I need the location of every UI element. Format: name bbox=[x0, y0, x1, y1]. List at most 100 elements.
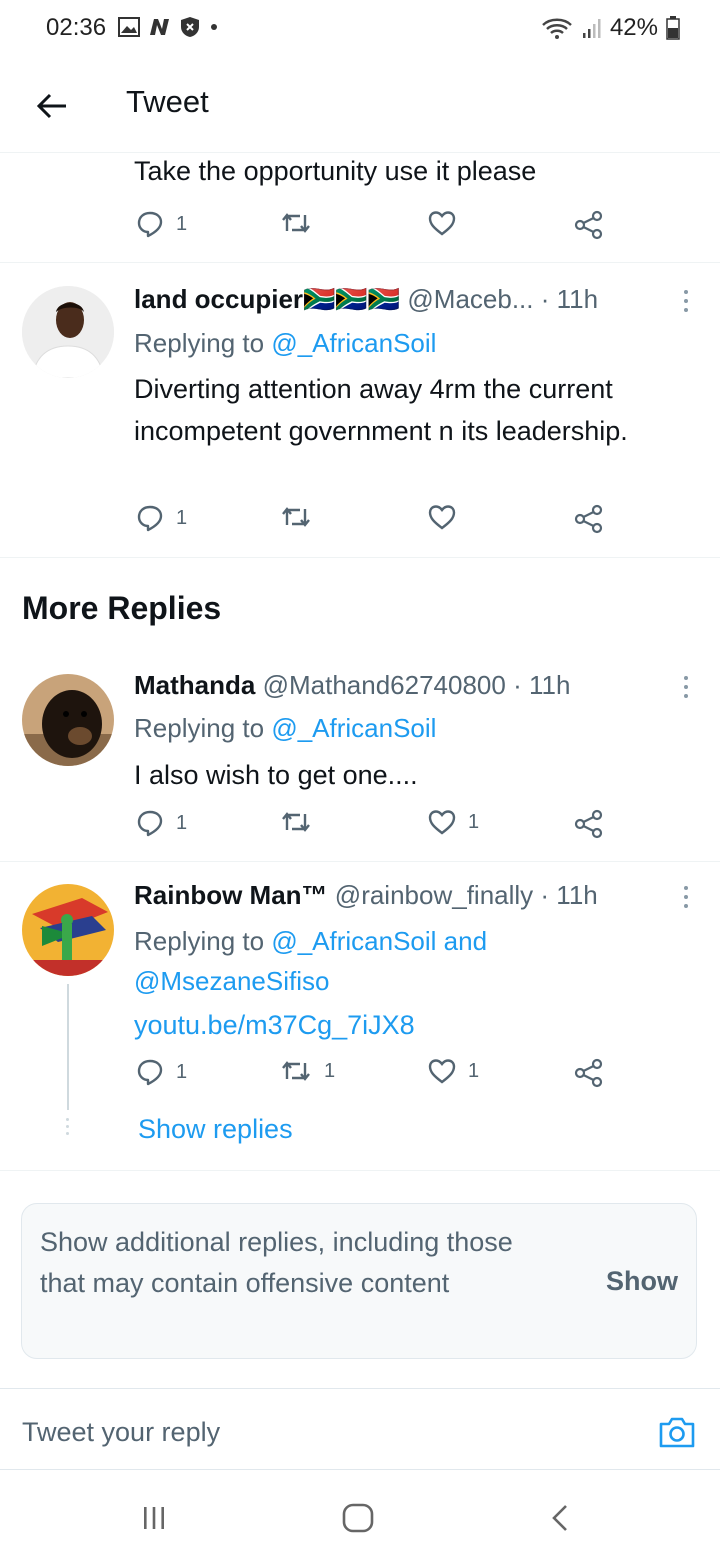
tweet-time: · 11h bbox=[540, 284, 599, 314]
flag-emojis: 🇿🇦🇿🇦🇿🇦 bbox=[303, 284, 401, 314]
back-button[interactable] bbox=[30, 84, 74, 128]
tweet-text: Take the opportunity use it please bbox=[134, 156, 537, 186]
reply-icon bbox=[137, 211, 163, 238]
like-count: 1 bbox=[468, 1059, 480, 1082]
reply-count: 1 bbox=[176, 811, 188, 834]
reply-count: 1 bbox=[176, 506, 188, 529]
show-replies-link[interactable]: Show replies bbox=[138, 1114, 293, 1145]
share-button[interactable] bbox=[574, 809, 604, 839]
avatar[interactable] bbox=[22, 884, 114, 976]
retweet-icon bbox=[282, 1061, 310, 1081]
divider bbox=[0, 861, 720, 862]
display-name[interactable]: land occupier bbox=[134, 284, 303, 314]
reply-button[interactable]: 1 bbox=[136, 504, 187, 532]
retweet-count: 1 bbox=[324, 1059, 336, 1082]
more-icon[interactable] bbox=[680, 290, 692, 312]
display-name[interactable]: Rainbow Man™ bbox=[134, 880, 328, 910]
home-icon bbox=[342, 1503, 374, 1533]
tweet-time: · 11h bbox=[540, 880, 598, 910]
mention-link[interactable]: @_AfricanSoil bbox=[271, 328, 436, 358]
status-bar: 02:36 42% bbox=[0, 0, 720, 60]
divider bbox=[0, 262, 720, 263]
tweet-actions: 1 1 1 bbox=[0, 1058, 720, 1098]
tweet-header: land occupier🇿🇦🇿🇦🇿🇦 @Maceb... · 11h bbox=[134, 284, 598, 315]
divider bbox=[0, 1170, 720, 1171]
user-handle[interactable]: @Mathand62740800 bbox=[263, 670, 506, 700]
show-button[interactable]: Show bbox=[606, 1266, 678, 1297]
back-nav-button[interactable] bbox=[538, 1500, 582, 1536]
share-icon bbox=[574, 1058, 603, 1088]
tweet-header: Mathanda @Mathand62740800 · 11h bbox=[134, 670, 570, 701]
gallery-icon bbox=[118, 17, 140, 37]
reply-icon bbox=[137, 505, 163, 532]
retweet-icon bbox=[282, 812, 310, 832]
section-title: More Replies bbox=[22, 590, 222, 626]
avatar[interactable] bbox=[22, 674, 114, 766]
camera-button[interactable] bbox=[658, 1415, 696, 1454]
tweet-actions: 1 1 bbox=[0, 809, 720, 849]
reply-composer bbox=[0, 1388, 720, 1470]
mention-link[interactable]: @MsezaneSifiso bbox=[134, 966, 329, 996]
mention-link[interactable]: @_AfricanSoil and bbox=[271, 926, 487, 956]
retweet-icon bbox=[282, 213, 310, 233]
like-button[interactable] bbox=[428, 504, 456, 530]
tweet-actions: 1 bbox=[0, 210, 720, 250]
user-handle[interactable]: @Maceb... bbox=[407, 284, 533, 314]
retweet-button[interactable]: 1 bbox=[280, 1058, 335, 1084]
wifi-icon bbox=[542, 18, 572, 39]
avatar-image bbox=[22, 674, 114, 766]
tweet-text: youtu.be/m37Cg_7iJX8 bbox=[134, 1004, 415, 1046]
like-button[interactable]: 1 bbox=[428, 1058, 479, 1084]
battery-percent: 42% bbox=[609, 14, 658, 41]
tweet-text: I also wish to get one.... bbox=[134, 760, 418, 790]
reply-count: 1 bbox=[176, 212, 188, 235]
tweet-header: Rainbow Man™ @rainbow_finally · 11h bbox=[134, 880, 598, 911]
avatar-image bbox=[22, 286, 114, 378]
retweet-button[interactable] bbox=[280, 809, 312, 835]
retweet-button[interactable] bbox=[280, 504, 312, 530]
home-button[interactable] bbox=[336, 1500, 380, 1536]
page-title: Tweet bbox=[126, 84, 209, 119]
shield-icon bbox=[181, 17, 199, 37]
reply-icon bbox=[137, 1059, 163, 1086]
reply-button[interactable]: 1 bbox=[136, 809, 187, 837]
camera-icon bbox=[659, 1417, 695, 1448]
share-button[interactable] bbox=[574, 210, 604, 240]
reply-count: 1 bbox=[176, 1060, 188, 1083]
retweet-button[interactable] bbox=[280, 210, 312, 236]
recents-icon bbox=[144, 1507, 164, 1529]
tweet-time: · 11h bbox=[513, 670, 571, 700]
thread-dots bbox=[66, 1118, 69, 1135]
system-nav-bar bbox=[0, 1470, 720, 1560]
reply-icon bbox=[137, 810, 163, 837]
share-button[interactable] bbox=[574, 504, 604, 534]
tweet-text: Diverting attention away 4rm the current… bbox=[134, 374, 628, 446]
tweet-link[interactable]: youtu.be/m37Cg_7iJX8 bbox=[134, 1010, 415, 1040]
dot-icon bbox=[211, 24, 217, 30]
replying-to: Replying to @_AfricanSoil bbox=[134, 328, 437, 358]
signal-icon bbox=[582, 19, 601, 38]
like-count: 1 bbox=[468, 810, 480, 833]
avatar-image bbox=[22, 884, 114, 976]
like-button[interactable]: 1 bbox=[428, 809, 479, 835]
more-icon[interactable] bbox=[680, 886, 692, 908]
reply-button[interactable]: 1 bbox=[136, 210, 187, 238]
share-icon bbox=[574, 504, 603, 534]
like-icon bbox=[428, 1059, 456, 1084]
retweet-icon bbox=[282, 507, 310, 527]
mention-link[interactable]: @_AfricanSoil bbox=[271, 713, 436, 743]
battery-icon bbox=[666, 16, 680, 40]
like-icon bbox=[428, 810, 456, 835]
additional-replies-text: Show additional replies, including those… bbox=[40, 1227, 513, 1298]
reply-button[interactable]: 1 bbox=[136, 1058, 187, 1086]
reply-input[interactable] bbox=[22, 1417, 582, 1448]
replying-to: Replying to @_AfricanSoil bbox=[134, 713, 437, 743]
recents-button[interactable] bbox=[132, 1500, 176, 1536]
like-icon bbox=[428, 505, 456, 530]
user-handle[interactable]: @rainbow_finally bbox=[335, 880, 533, 910]
like-button[interactable] bbox=[428, 210, 456, 236]
display-name[interactable]: Mathanda bbox=[134, 670, 255, 700]
avatar[interactable] bbox=[22, 286, 114, 378]
more-icon[interactable] bbox=[680, 676, 692, 698]
share-button[interactable] bbox=[574, 1058, 604, 1088]
